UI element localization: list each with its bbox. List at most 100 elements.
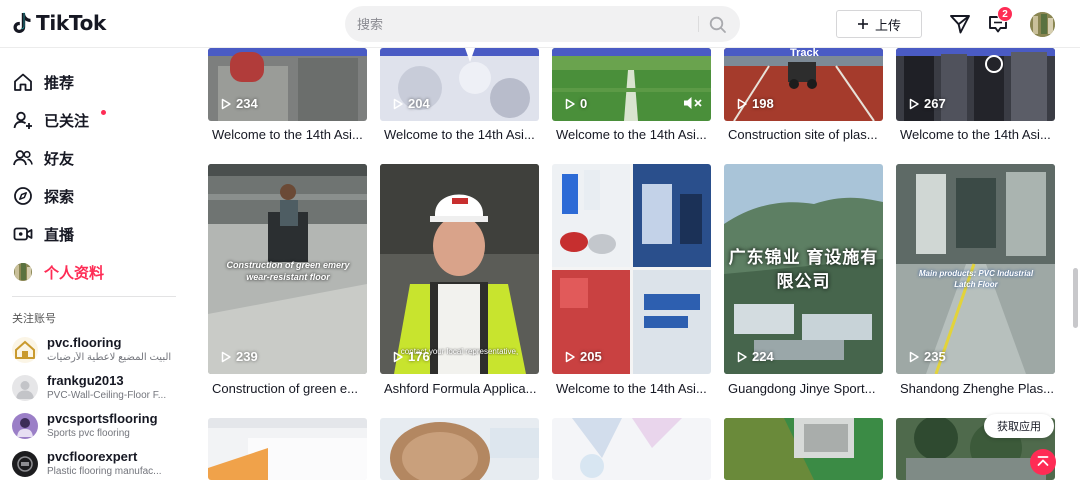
video-thumbnail	[208, 418, 367, 480]
video-title[interactable]: Ashford Formula Applica...	[384, 381, 539, 396]
search-input[interactable]	[345, 6, 695, 42]
view-count: 234	[220, 96, 258, 111]
account-name: pvcfloorexpert	[47, 449, 138, 464]
get-app-button[interactable]: 获取应用	[984, 414, 1054, 438]
account-avatar	[12, 375, 38, 401]
nav-label: 好友	[44, 150, 75, 168]
search-divider	[698, 16, 699, 32]
following-account[interactable]: pvcsportsflooring Sports pvc flooring	[12, 410, 182, 446]
video-overlay-text: Track	[790, 48, 819, 59]
video-grid: 234 Welcome to the 14th Asi... 204 Welco…	[208, 48, 1068, 480]
account-name: pvc.flooring	[47, 335, 122, 350]
account-desc: Plastic flooring manufac...	[47, 466, 162, 477]
view-count-value: 235	[924, 349, 946, 364]
messages-button[interactable]	[948, 12, 972, 36]
video-title[interactable]: Welcome to the 14th Asi...	[900, 127, 1055, 142]
video-thumbnail	[724, 418, 883, 480]
notification-badge: 2	[997, 6, 1013, 22]
view-count: 235	[908, 349, 946, 364]
page-scrollbar[interactable]	[1073, 268, 1078, 328]
nav-item-explore[interactable]: 探索	[12, 182, 74, 210]
video-thumbnail	[552, 418, 711, 480]
profile-avatar-icon	[12, 261, 34, 283]
video-title[interactable]: Construction of green e...	[212, 381, 367, 396]
view-count-value: 239	[236, 349, 258, 364]
video-thumbnail	[380, 418, 539, 480]
sidebar-divider	[12, 296, 176, 297]
search-button[interactable]	[707, 14, 729, 36]
view-count: 239	[220, 349, 258, 364]
video-title[interactable]: Construction site of plas...	[728, 127, 883, 142]
tiktok-logo[interactable]: TikTok	[12, 11, 106, 35]
view-count-value: 198	[752, 96, 774, 111]
tiktok-wordmark: TikTok	[36, 11, 107, 35]
play-icon	[737, 98, 747, 109]
video-overlay-text: Construction of green emery wear-resista…	[226, 260, 350, 282]
nav-label: 推荐	[44, 74, 75, 92]
play-icon	[393, 98, 403, 109]
send-icon	[950, 15, 970, 34]
mute-icon[interactable]	[683, 96, 703, 110]
nav-item-for-you[interactable]: 推荐	[12, 68, 74, 96]
view-count: 267	[908, 96, 946, 111]
view-count: 224	[736, 349, 774, 364]
video-title[interactable]: Welcome to the 14th Asi...	[212, 127, 367, 142]
account-desc: PVC-Wall-Ceiling-Floor F...	[47, 390, 167, 401]
nav-label: 直播	[44, 226, 75, 244]
home-icon	[12, 71, 34, 93]
view-count-value: 224	[752, 349, 774, 364]
video-overlay-text: Main products: PVC Industrial Latch Floo…	[918, 269, 1034, 289]
top-header: TikTok 上传 2	[0, 0, 1080, 48]
nav-item-following[interactable]: 已关注	[12, 106, 106, 134]
view-count: 198	[736, 96, 774, 111]
play-icon	[565, 351, 575, 362]
nav-item-friends[interactable]: 好友	[12, 144, 74, 172]
view-count: 204	[392, 96, 430, 111]
video-title[interactable]: Shandong Zhenghe Plas...	[900, 381, 1055, 396]
search-bar	[345, 6, 740, 42]
nav-label: 探索	[44, 188, 75, 206]
account-name: frankgu2013	[47, 373, 124, 388]
account-name: pvcsportsflooring	[47, 411, 158, 426]
account-desc: Sports pvc flooring	[47, 428, 130, 439]
upload-label: 上传	[874, 17, 901, 33]
account-avatar	[12, 413, 38, 439]
play-icon	[221, 351, 231, 362]
view-count-value: 176	[408, 349, 430, 364]
nav-item-live[interactable]: 直播	[12, 220, 74, 248]
video-overlay-text: 广东锦业 育设施有限公司	[728, 248, 879, 291]
play-icon	[909, 351, 919, 362]
view-count-value: 267	[924, 96, 946, 111]
play-icon	[565, 98, 575, 109]
nav-item-profile[interactable]: 个人资料	[12, 258, 104, 286]
following-account[interactable]: frankgu2013 PVC-Wall-Ceiling-Floor F...	[12, 372, 182, 408]
plus-icon	[857, 19, 868, 29]
following-icon	[12, 109, 34, 131]
following-account[interactable]: pvc.flooring البيت المضيع لاعطية الأرضيا…	[12, 334, 182, 370]
video-title[interactable]: Welcome to the 14th Asi...	[556, 381, 711, 396]
video-title[interactable]: Welcome to the 14th Asi...	[384, 127, 539, 142]
upload-button[interactable]: 上传	[836, 10, 922, 38]
user-avatar[interactable]	[1030, 12, 1055, 37]
view-count: 0	[564, 96, 587, 111]
compass-icon	[12, 185, 34, 207]
arrow-up-icon	[1037, 456, 1049, 466]
live-icon	[12, 223, 34, 245]
video-thumbnail	[380, 164, 539, 374]
play-icon	[737, 351, 747, 362]
video-title[interactable]: Guangdong Jinye Sport...	[728, 381, 883, 396]
video-title[interactable]: Welcome to the 14th Asi...	[556, 127, 711, 142]
view-count-value: 205	[580, 349, 602, 364]
view-count: 176	[392, 349, 430, 364]
nav-label: 已关注	[44, 112, 90, 130]
account-avatar	[12, 451, 38, 477]
tiktok-note-icon	[13, 12, 31, 33]
following-account[interactable]: pvcfloorexpert Plastic flooring manufac.…	[12, 448, 182, 480]
avatar-image	[1030, 12, 1055, 37]
friends-icon	[12, 147, 34, 169]
sidebar: 推荐 已关注 好友 探索 直播 个人资料 关注账号 pvc.flooring ا…	[0, 48, 190, 480]
back-to-top-button[interactable]	[1030, 449, 1056, 475]
view-count-value: 0	[580, 96, 588, 111]
view-count-value: 204	[408, 96, 430, 111]
account-desc: البيت المضيع لاعطية الأرضيات	[47, 352, 172, 363]
